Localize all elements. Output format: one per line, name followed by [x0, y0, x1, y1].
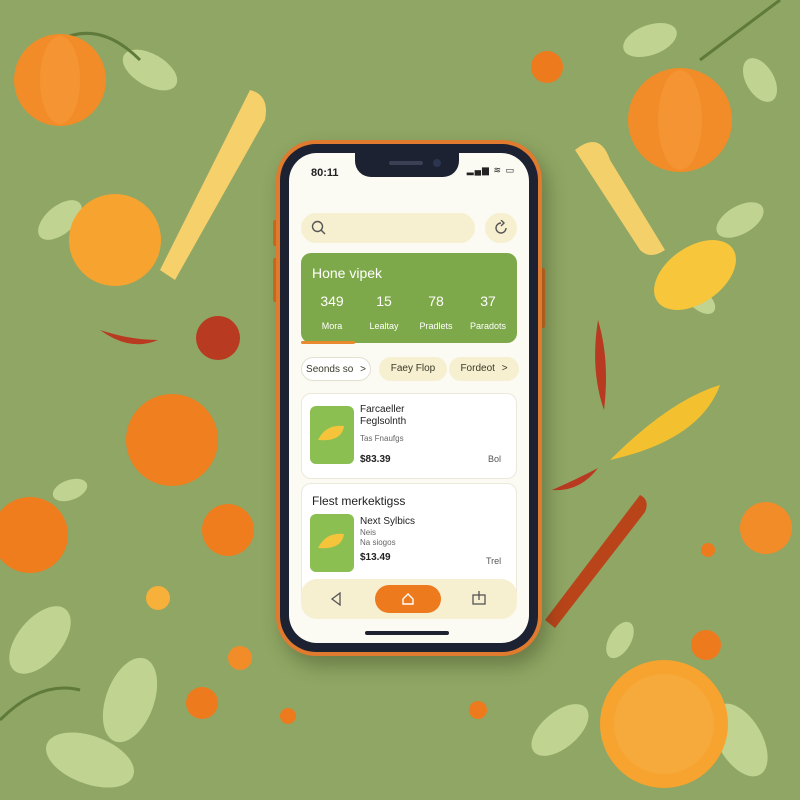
stat-label: Pradlets — [419, 321, 453, 331]
home-tab-button[interactable] — [375, 585, 441, 613]
filter-chip-3[interactable]: Fordeot > — [449, 357, 519, 381]
product-thumbnail — [310, 406, 354, 464]
product-subtitle: Na siogos — [360, 538, 396, 547]
stat-value: 349 — [320, 293, 344, 309]
summary-card[interactable]: Hone vipek 349 Mora 15 Lealtay 78 Pradle… — [301, 253, 517, 343]
chip-label: Faey Flop — [390, 363, 436, 374]
front-camera — [433, 159, 441, 167]
summary-tab-indicator — [301, 341, 355, 344]
filter-chip-2[interactable]: Faey Flop — [379, 357, 447, 381]
section-title: Flest merkektigss — [312, 494, 406, 508]
chip-label: Seonds so — [306, 364, 354, 375]
phone-notch — [355, 153, 459, 177]
phone-bezel: 80:11 ▂▄▆ ≋ ▭ Hone vipek 349 Mora 15 Lea… — [280, 144, 538, 652]
mango-icon — [318, 533, 344, 549]
search-bar[interactable] — [301, 213, 475, 243]
speaker-grille — [389, 161, 423, 165]
stat-label: Lealtay — [369, 321, 399, 331]
product-title-line2: Neis — [360, 528, 377, 537]
summary-title: Hone vipek — [312, 265, 383, 281]
stat-4: 37 Paradots — [461, 293, 515, 331]
back-arrow-icon[interactable] — [329, 591, 343, 607]
product-title-line1: Farcaeller — [360, 404, 405, 415]
status-time: 80:11 — [311, 167, 339, 179]
mango-icon — [318, 425, 344, 441]
search-icon — [311, 220, 326, 235]
product-subtitle: Tas Fnaufgs — [360, 434, 404, 443]
product-title-line1: Next Sylbics — [360, 516, 416, 527]
phone-screen: 80:11 ▂▄▆ ≋ ▭ Hone vipek 349 Mora 15 Lea… — [289, 153, 529, 643]
chevron-right-icon: > — [501, 363, 508, 374]
stat-label: Paradots — [469, 321, 507, 331]
bottom-tab-bar — [301, 579, 517, 619]
stat-3: 78 Pradlets — [409, 293, 463, 331]
product-price: $13.49 — [360, 552, 391, 563]
status-icons: ▂▄▆ ≋ ▭ — [466, 165, 515, 175]
stat-2: 15 Lealtay — [357, 293, 411, 331]
product-tag: Trel — [486, 556, 502, 566]
refresh-icon — [495, 220, 507, 234]
stat-label: Mora — [321, 321, 343, 331]
chevron-right-icon: > — [360, 364, 366, 375]
filter-chip-1[interactable]: Seonds so > — [301, 357, 371, 381]
refresh-button[interactable] — [485, 213, 517, 243]
stat-1: 349 Mora — [305, 293, 359, 331]
chip-label: Fordeot — [460, 363, 495, 374]
stat-value: 78 — [428, 293, 444, 309]
phone-frame: 80:11 ▂▄▆ ≋ ▭ Hone vipek 349 Mora 15 Lea… — [276, 140, 542, 656]
stat-value: 37 — [480, 293, 496, 309]
product-card[interactable]: Farcaeller Feglsolnth Tas Fnaufgs $83.39… — [301, 393, 517, 479]
stat-value: 15 — [376, 293, 392, 309]
home-icon — [402, 593, 414, 605]
product-thumbnail — [310, 514, 354, 572]
share-icon[interactable] — [471, 590, 487, 606]
product-title-line2: Feglsolnth — [360, 416, 407, 427]
product-price: $83.39 — [360, 454, 391, 465]
home-indicator — [365, 631, 449, 635]
product-tag: Bol — [488, 454, 502, 464]
